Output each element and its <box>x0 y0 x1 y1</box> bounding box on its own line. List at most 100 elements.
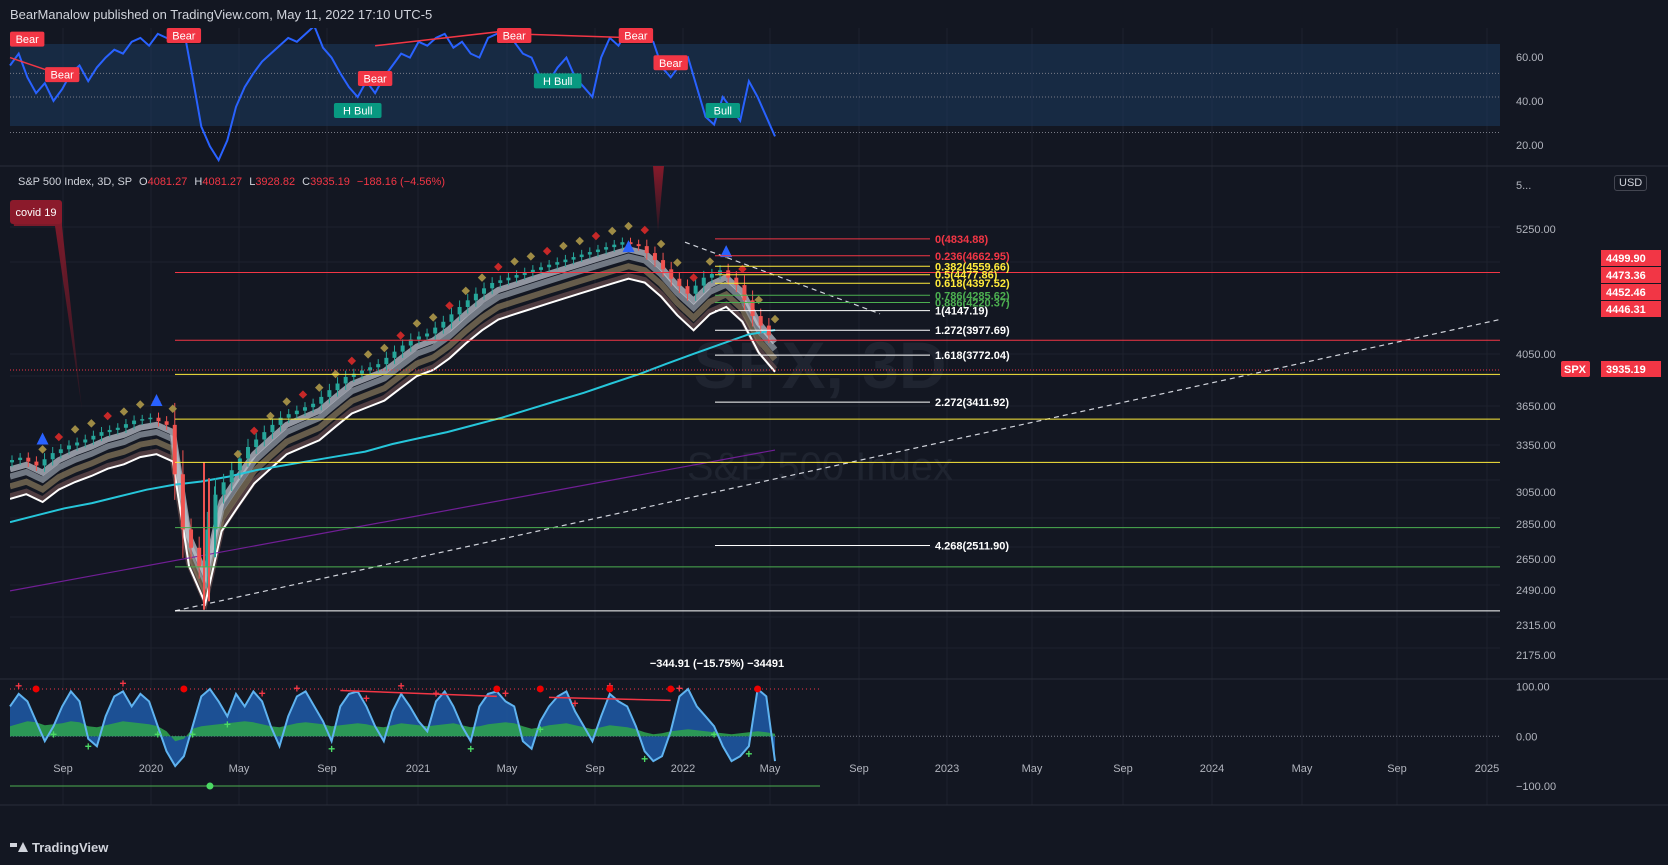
candle-body <box>343 376 348 384</box>
candle-body <box>237 458 242 471</box>
cross-marker: + <box>641 752 648 766</box>
fib-retracement-label: 4.268(2511.90) <box>935 541 1009 553</box>
signal-diamond <box>315 383 324 392</box>
candle-body <box>270 424 275 433</box>
triangle-marker <box>150 393 163 406</box>
bull-signal-label: H Bull <box>343 106 372 118</box>
signal-diamond <box>70 425 80 434</box>
candle-body <box>685 286 690 294</box>
candle-body <box>416 336 421 340</box>
signal-diamond <box>119 407 129 416</box>
overbought-dot <box>754 685 762 693</box>
price-label-value: 4452.46 <box>1606 287 1646 299</box>
triangle-marker <box>622 240 635 253</box>
candle-body <box>75 442 80 446</box>
signal-diamond <box>298 390 308 399</box>
candle-body <box>620 242 625 245</box>
candle-body <box>693 285 698 294</box>
price-axis-tick: 3650.00 <box>1516 401 1556 413</box>
candle-body <box>10 460 14 463</box>
candle-body <box>254 439 259 448</box>
signal-diamond <box>461 286 470 296</box>
covid-annotation-label: covid 19 <box>16 207 57 219</box>
signal-diamond <box>380 343 389 353</box>
candle-body <box>482 288 487 294</box>
signal-diamond <box>412 319 422 328</box>
high-value: 4081.27 <box>202 176 243 188</box>
cross-marker: + <box>120 676 127 690</box>
x-tick-label: Sep <box>53 763 73 775</box>
candle-body <box>91 435 96 440</box>
x-tick-label: 2025 <box>1475 763 1499 775</box>
rsi-axis-tick: 60.00 <box>1516 52 1544 64</box>
signal-diamond <box>87 419 96 428</box>
candle-body <box>148 417 153 420</box>
candle-body <box>359 370 364 374</box>
x-tick-label: 2024 <box>1200 763 1224 775</box>
price-panel <box>10 221 1500 612</box>
price-label-value: 3935.19 <box>1606 364 1646 376</box>
attribution-text: BearManalow published on TradingView.com… <box>10 7 433 22</box>
candle-body <box>294 410 299 415</box>
chart-canvas[interactable]: Bear Bear Bear H Bull Bear Bear H Bull Bear Bear… <box>0 0 1668 865</box>
tradingview-logo[interactable]: TradingView <box>10 840 108 855</box>
price-axis-tick: 2650.00 <box>1516 554 1556 566</box>
price-axis-tick: 2175.00 <box>1516 650 1556 662</box>
long-ma-line-purple <box>10 449 776 592</box>
candle-body <box>311 403 316 408</box>
price-overlay: covid 190(4834.88)0.236(4662.95)0.382(45… <box>10 166 1500 670</box>
change-value: −188.16 (−4.56%) <box>356 176 445 188</box>
cross-marker: + <box>502 686 509 700</box>
candle-body <box>197 547 202 567</box>
candle-body <box>587 252 592 255</box>
candle-body <box>140 419 145 421</box>
candle-body <box>652 253 657 261</box>
signal-diamond <box>445 301 454 310</box>
signal-diamond <box>249 426 259 436</box>
signal-diamond <box>673 258 682 267</box>
price-axis-tick: 3350.00 <box>1516 440 1556 452</box>
signal-diamond <box>38 445 47 454</box>
x-tick-label: May <box>760 763 781 775</box>
candle-body <box>579 254 584 258</box>
signal-diamond <box>689 273 698 282</box>
divergence-line <box>514 33 636 39</box>
cross-marker: + <box>85 740 92 754</box>
x-tick-label: May <box>1292 763 1313 775</box>
fib-retracement-label: 0.618(4397.52) <box>935 278 1010 290</box>
triangle-marker <box>36 432 49 445</box>
cross-marker: + <box>15 679 22 693</box>
covid-annotation-shape <box>10 205 82 410</box>
symbol-legend[interactable]: S&P 500 Index, 3D, SP O4081.27 H4081.27 … <box>18 176 445 188</box>
candle-body <box>742 285 747 301</box>
candle-body <box>156 417 161 422</box>
candle-body <box>132 420 137 425</box>
candle-body <box>42 459 47 466</box>
candle-body <box>26 457 31 462</box>
fib-retracement-label: 1.618(3772.04) <box>935 350 1010 362</box>
price-axis-tick: 5250.00 <box>1516 224 1556 236</box>
price-axis-tick: 2490.00 <box>1516 585 1556 597</box>
cross-marker: + <box>467 742 474 756</box>
candle-body <box>449 314 454 322</box>
candle-body <box>457 306 462 315</box>
candle-body <box>612 244 617 248</box>
price-label-value: 4446.31 <box>1606 304 1646 316</box>
signal-diamond <box>770 314 780 324</box>
cross-marker: + <box>293 681 300 695</box>
candle-body <box>538 267 543 270</box>
footer-bar <box>0 834 1668 865</box>
cross-marker: + <box>711 727 718 741</box>
candle-body <box>701 277 706 286</box>
candle-body <box>514 275 519 278</box>
overbought-dot <box>493 685 501 693</box>
open-label: O <box>139 176 148 188</box>
candle-body <box>180 474 185 530</box>
close-value: 3935.19 <box>310 176 350 188</box>
x-tick-label: 2023 <box>935 763 959 775</box>
bear-signal-label: Bear <box>172 31 196 43</box>
candle-body <box>58 449 63 454</box>
candle-body <box>636 244 641 247</box>
currency-button[interactable]: USD <box>1614 175 1648 191</box>
x-tick-label: Sep <box>317 763 337 775</box>
